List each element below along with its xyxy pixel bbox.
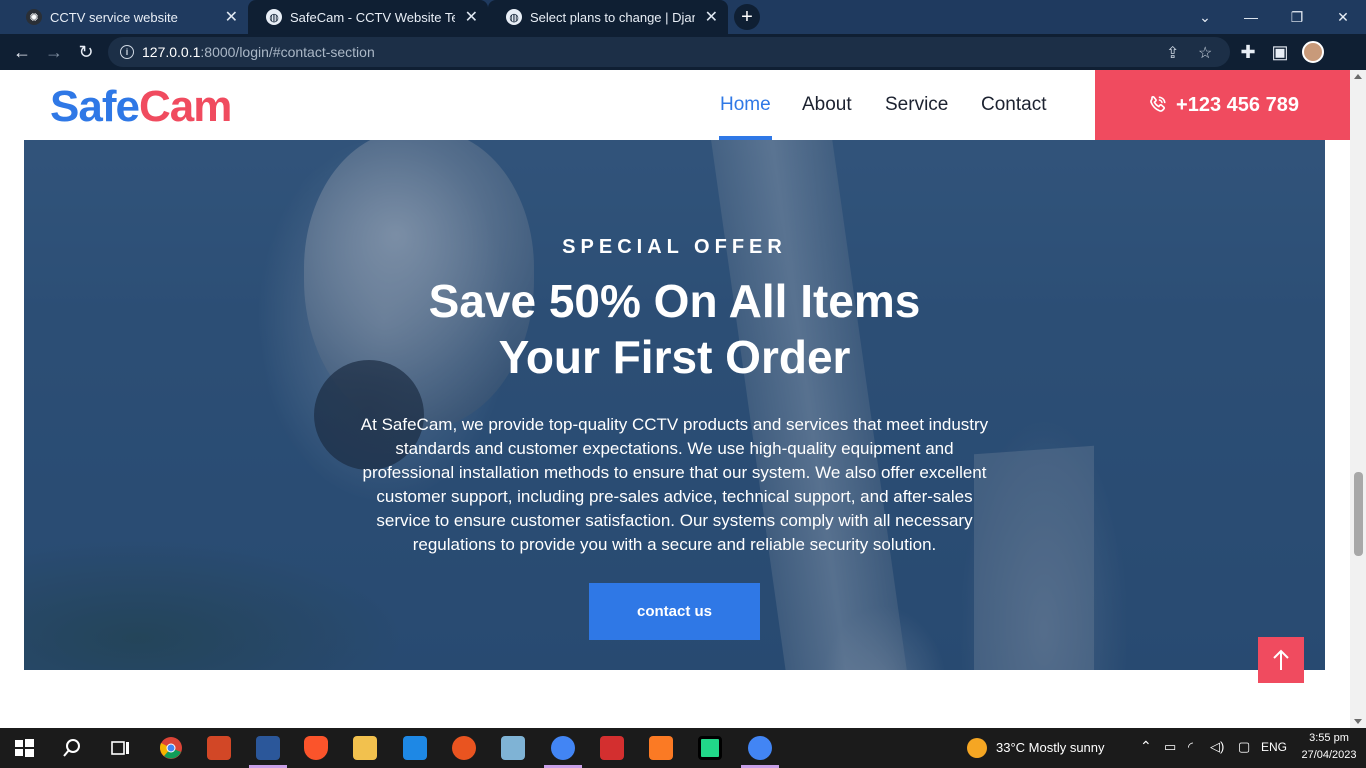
tab-safecam[interactable]: ◍ SafeCam - CCTV Website Templat ✕ (248, 0, 488, 34)
scroll-down-icon[interactable] (1354, 719, 1362, 724)
language-indicator[interactable]: ENG (1261, 740, 1287, 754)
minimize-icon[interactable]: — (1228, 0, 1274, 34)
word-icon[interactable] (256, 736, 280, 760)
scroll-up-icon[interactable] (1354, 74, 1362, 79)
hero-headline: Save 50% On All Items Your First Order (24, 273, 1325, 385)
volume-icon[interactable]: ◁) (1210, 739, 1224, 755)
wifi-icon[interactable]: ◜ (1188, 739, 1193, 755)
page-scrollbar[interactable] (1350, 70, 1366, 728)
bookmark-star-icon[interactable]: ☆ (1198, 43, 1212, 63)
tab-cctv-service-website[interactable]: ✺ CCTV service website ✕ (8, 0, 248, 34)
windows-start-icon[interactable] (12, 736, 36, 760)
forward-icon[interactable]: → (42, 40, 66, 64)
close-icon[interactable]: ✕ (225, 7, 238, 27)
contact-us-button[interactable]: contact us (589, 583, 760, 640)
meet-now-icon[interactable]: ▢ (1238, 739, 1250, 755)
wps-icon[interactable] (600, 736, 624, 760)
address-bar[interactable]: i 127.0.0.1:8000/login/#contact-section … (108, 37, 1230, 67)
scrollbar-thumb[interactable] (1354, 472, 1363, 556)
profile-avatar[interactable] (1302, 41, 1324, 63)
pycharm-icon[interactable] (698, 736, 722, 760)
clock-date: 27/04/2023 (1301, 749, 1357, 761)
share-icon[interactable]: ⇪ (1166, 43, 1179, 63)
vscode-icon[interactable] (403, 736, 427, 760)
globe-icon: ◍ (506, 9, 522, 25)
tray-chevron-icon[interactable]: ⌃ (1140, 738, 1152, 755)
task-view-icon[interactable] (108, 736, 132, 760)
back-icon[interactable]: ← (10, 40, 34, 64)
logo-safe: Safe (50, 82, 140, 131)
chrome-icon[interactable] (159, 736, 183, 760)
safecam-logo[interactable]: SafeCam (50, 82, 232, 132)
reload-icon[interactable]: ↻ (74, 40, 98, 64)
windows-taskbar: 33°C Mostly sunny ⌃ ▭ ◜ ◁) ▢ ENG 3:55 pm… (0, 728, 1366, 768)
hero-description: At SafeCam, we provide top-quality CCTV … (360, 415, 989, 554)
nav-about[interactable]: About (802, 94, 852, 116)
browser-toolbar: ← → ↻ i 127.0.0.1:8000/login/#contact-se… (0, 34, 1366, 70)
side-panel-icon[interactable]: ▣ (1268, 40, 1292, 64)
close-icon[interactable]: ✕ (465, 7, 478, 27)
tab-django-plans[interactable]: ◍ Select plans to change | Django s ✕ (488, 0, 728, 34)
close-icon[interactable]: ✕ (705, 7, 718, 27)
hero-headline-line-1: Save 50% On All Items (428, 275, 921, 327)
file-explorer-icon[interactable] (353, 736, 377, 760)
url-path: :8000/login/#contact-section (200, 44, 375, 60)
chrome-profile-icon[interactable] (551, 736, 575, 760)
hero-section: SPECIAL OFFER Save 50% On All Items Your… (24, 70, 1325, 670)
url-host: 127.0.0.1 (142, 44, 201, 60)
browser-tab-strip: ✺ CCTV service website ✕ ◍ SafeCam - CCT… (0, 0, 1366, 34)
brave-icon[interactable] (304, 736, 328, 760)
tab-title: Select plans to change | Django s (530, 9, 695, 25)
tab-title: SafeCam - CCTV Website Templat (290, 9, 455, 25)
hero-headline-line-2: Your First Order (498, 331, 851, 383)
search-icon[interactable] (60, 736, 84, 760)
new-tab-button[interactable]: + (734, 4, 760, 30)
ubuntu-icon[interactable] (452, 736, 476, 760)
nav-active-indicator (719, 136, 772, 140)
phone-icon (1150, 95, 1166, 112)
logo-cam: Cam (138, 82, 232, 131)
site-info-icon[interactable]: i (120, 45, 134, 59)
weather-sun-icon[interactable] (967, 738, 987, 758)
xampp-icon[interactable] (649, 736, 673, 760)
restore-icon[interactable]: ❐ (1274, 0, 1320, 34)
phone-number: +123 456 789 (1176, 93, 1299, 116)
chatgpt-icon: ✺ (26, 9, 42, 25)
taskbar-clock[interactable]: 3:55 pm 27/04/2023 (1294, 730, 1364, 764)
nav-service[interactable]: Service (885, 94, 948, 116)
hero-eyebrow: SPECIAL OFFER (562, 236, 787, 258)
weather-text[interactable]: 33°C Mostly sunny (996, 740, 1105, 755)
tab-search-icon[interactable]: ⌄ (1182, 0, 1228, 34)
phone-button[interactable]: +123 456 789 (1095, 70, 1350, 140)
powerpoint-icon[interactable] (207, 736, 231, 760)
notepad-icon[interactable] (501, 736, 525, 760)
tab-title: CCTV service website (50, 9, 178, 25)
chrome-profile-2-icon[interactable] (748, 736, 772, 760)
extensions-icon[interactable]: ✚ (1236, 40, 1260, 64)
hero-content: SPECIAL OFFER Save 50% On All Items Your… (24, 140, 1325, 640)
close-window-icon[interactable]: ✕ (1320, 0, 1366, 34)
globe-icon: ◍ (266, 9, 282, 25)
battery-icon[interactable]: ▭ (1164, 739, 1176, 755)
back-to-top-button[interactable] (1258, 637, 1304, 683)
nav-contact[interactable]: Contact (981, 94, 1046, 116)
arrow-up-icon (1273, 649, 1289, 670)
clock-time: 3:55 pm (1309, 732, 1349, 744)
nav-home[interactable]: Home (720, 94, 771, 116)
